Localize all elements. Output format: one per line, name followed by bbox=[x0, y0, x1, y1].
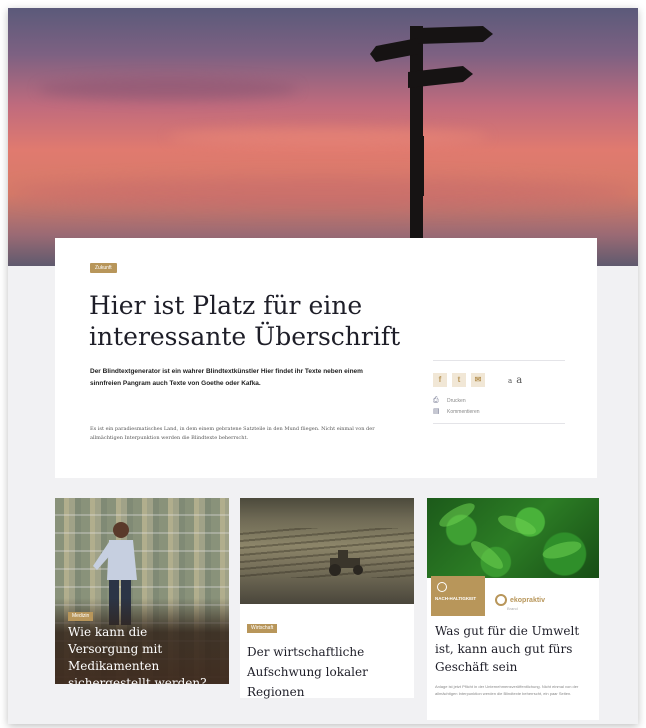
comment-label: Kommentieren bbox=[447, 408, 480, 415]
hero-cloud bbox=[8, 178, 638, 208]
teaser-card-sponsored[interactable]: NACH-HALTIGKEIT ekopraktiv Brand Was gut… bbox=[427, 498, 599, 720]
brand-subtitle: Brand bbox=[507, 606, 518, 611]
category-badge[interactable]: Wirtschaft bbox=[247, 624, 278, 633]
comment-icon: ▤ bbox=[433, 408, 440, 415]
leaf-shape bbox=[467, 536, 507, 574]
leaf-shape bbox=[436, 498, 478, 532]
font-size-control: aa bbox=[508, 375, 522, 386]
divider bbox=[433, 423, 565, 424]
tractor-silhouette bbox=[329, 550, 363, 576]
sponsor-logo-icon bbox=[437, 582, 447, 592]
article-headline: Hier ist Platz für eine interessante Übe… bbox=[89, 291, 401, 351]
comment-link[interactable]: ▤ Kommentieren bbox=[433, 406, 565, 417]
share-row: f t ✉ aa bbox=[433, 361, 565, 395]
leaves-image bbox=[427, 498, 599, 578]
hero-image bbox=[8, 8, 638, 266]
field-image bbox=[240, 498, 414, 604]
teaser-title[interactable]: Der wirtschaftliche Aufschwung lokaler R… bbox=[247, 642, 397, 702]
brand-logo[interactable]: ekopraktiv bbox=[495, 594, 545, 606]
article-lead: Der Blindtextgenerator ist ein wahrer Bl… bbox=[90, 368, 363, 387]
sponsor-label: NACH-HALTIGKEIT bbox=[435, 596, 477, 601]
printer-icon: ⎙ bbox=[433, 397, 439, 404]
share-toolbox: f t ✉ aa ⎙ Drucken ▤ Kommentieren bbox=[433, 360, 565, 424]
brand-circle-icon bbox=[495, 594, 507, 606]
teaser-title[interactable]: Wie kann die Versorgung mit Medikamenten… bbox=[68, 624, 218, 684]
teaser-excerpt: Anlage ist jetzt Pflicht in der Unterneh… bbox=[435, 684, 579, 696]
sponsored-badge: NACH-HALTIGKEIT bbox=[431, 576, 485, 616]
hero-cloud bbox=[38, 78, 298, 100]
leaf-shape bbox=[495, 511, 539, 539]
teaser-card-medicine[interactable]: Medizin Wie kann die Versorgung mit Medi… bbox=[55, 498, 229, 684]
print-label: Drucken bbox=[447, 397, 466, 404]
font-decrease-button[interactable]: a bbox=[508, 377, 512, 385]
article-card: Zukunft Hier ist Platz für eine interess… bbox=[55, 238, 597, 478]
leaf-shape bbox=[540, 538, 584, 562]
teaser-title[interactable]: Was gut für die Umwelt ist, kann auch gu… bbox=[435, 622, 593, 676]
signpost-silhouette bbox=[370, 26, 493, 266]
category-badge[interactable]: Medizin bbox=[68, 612, 94, 621]
page-frame: Zukunft Hier ist Platz für eine interess… bbox=[8, 8, 638, 724]
facebook-icon[interactable]: f bbox=[433, 373, 447, 387]
twitter-icon[interactable]: t bbox=[452, 373, 466, 387]
font-increase-button[interactable]: a bbox=[516, 375, 522, 386]
brand-name: ekopraktiv bbox=[510, 596, 546, 604]
print-link[interactable]: ⎙ Drucken bbox=[433, 395, 565, 406]
teaser-card-economy[interactable]: Wirtschaft Der wirtschaftliche Aufschwun… bbox=[240, 498, 414, 699]
mail-icon[interactable]: ✉ bbox=[471, 373, 485, 387]
category-badge[interactable]: Zukunft bbox=[90, 263, 117, 273]
article-body: Es ist ein paradiesmatisches Land, in de… bbox=[90, 426, 375, 441]
